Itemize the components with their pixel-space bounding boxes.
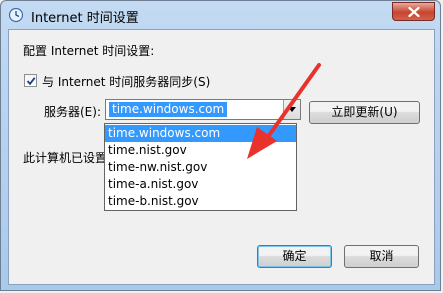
title-bar[interactable]: Internet 时间设置 xyxy=(1,1,440,29)
window-title: Internet 时间设置 xyxy=(31,11,139,26)
dropdown-option[interactable]: time-a.nist.gov xyxy=(105,176,296,193)
status-text: 此计算机已设置 xyxy=(23,151,108,165)
sync-checkbox[interactable] xyxy=(24,74,37,87)
close-button[interactable] xyxy=(392,2,435,21)
server-combobox-value[interactable]: time.windows.com xyxy=(109,102,228,117)
ok-button[interactable]: 确定 xyxy=(257,245,332,268)
close-icon xyxy=(407,6,420,17)
annotation-arrow-icon xyxy=(247,63,321,159)
dialog-window: Internet 时间设置 配置 Internet 时间设置: 与 Intern… xyxy=(0,0,441,291)
clock-globe-icon xyxy=(8,7,24,23)
cancel-button[interactable]: 取消 xyxy=(344,245,419,268)
section-heading: 配置 Internet 时间设置: xyxy=(23,44,155,58)
checkmark-icon xyxy=(26,77,36,86)
server-label: 服务器(E): xyxy=(44,105,101,119)
sync-checkbox-label[interactable]: 与 Internet 时间服务器同步(S) xyxy=(42,73,210,90)
dropdown-option[interactable]: time-b.nist.gov xyxy=(105,193,296,210)
